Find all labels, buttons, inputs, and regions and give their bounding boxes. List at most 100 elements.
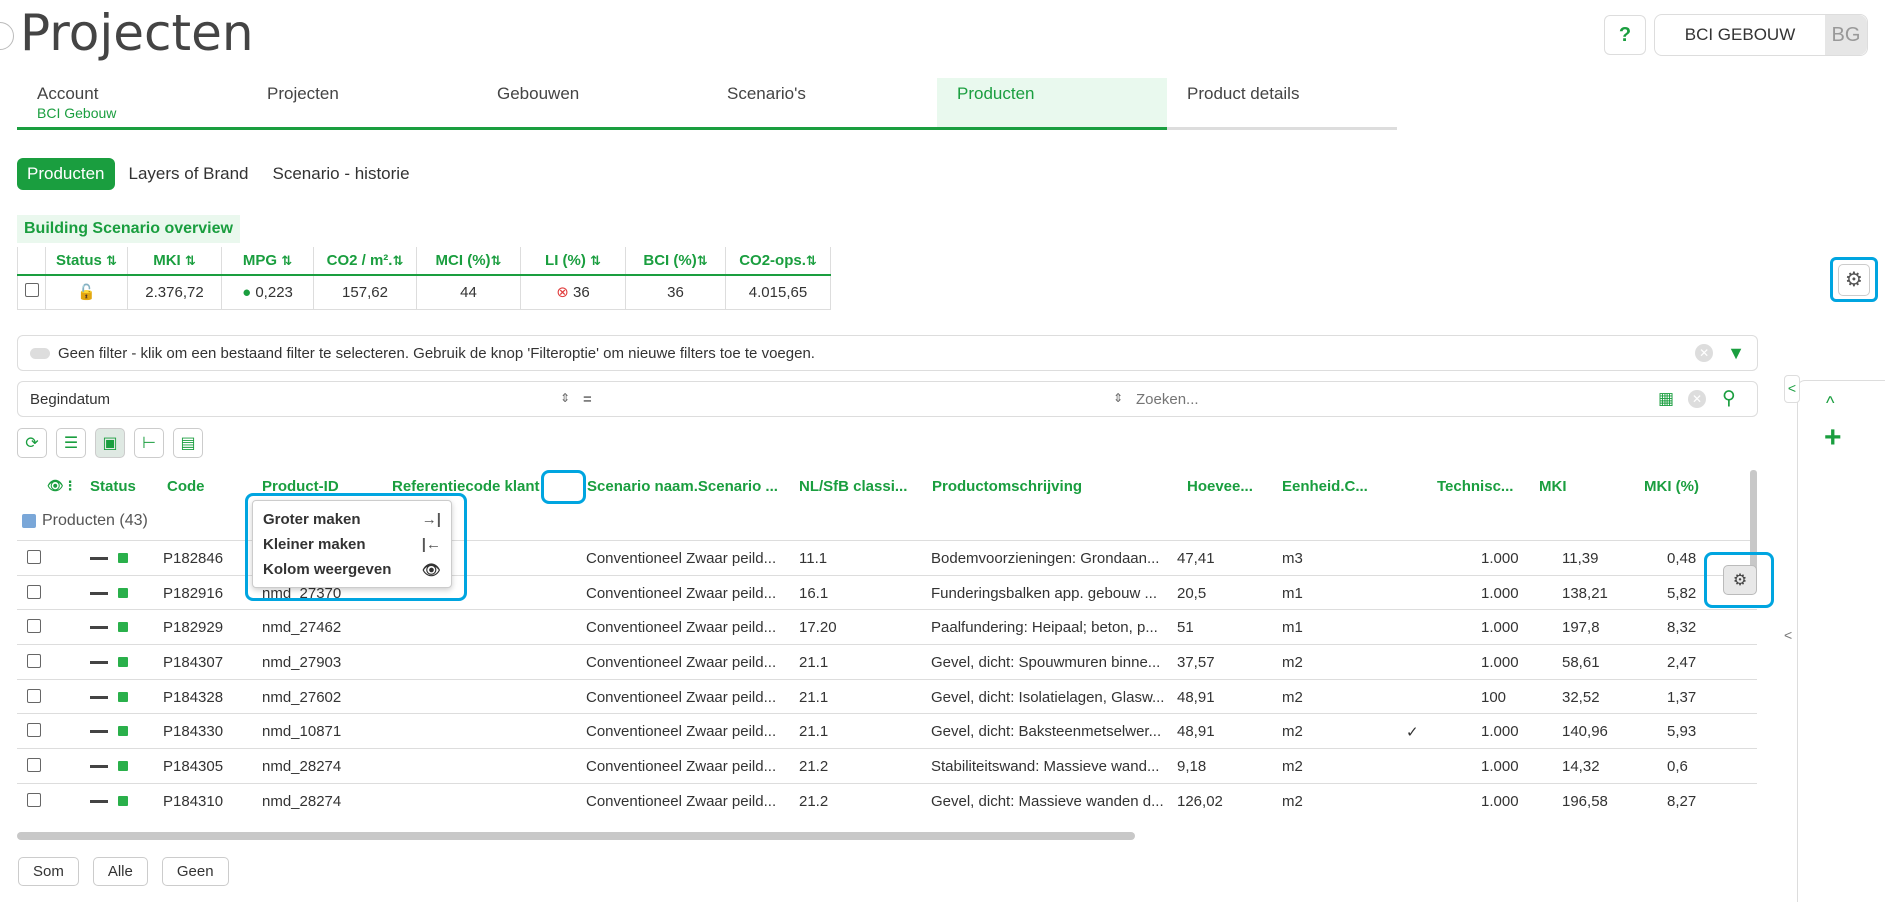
main-tabs: Account BCI Gebouw Projecten Gebouwen Sce… bbox=[17, 78, 1397, 130]
tree-icon[interactable]: ⊢ bbox=[134, 428, 164, 458]
col-mpg[interactable]: MPG ⇅ bbox=[221, 247, 314, 276]
col-mki[interactable]: MKI ⇅ bbox=[127, 247, 222, 276]
table-row[interactable]: P184328 nmd_27602 Conventioneel Zwaar peil… bbox=[17, 678, 1757, 714]
geen-button[interactable]: Geen bbox=[161, 857, 229, 886]
col-status[interactable]: Status bbox=[90, 478, 136, 495]
tab-projecten[interactable]: Projecten bbox=[247, 78, 477, 130]
col-scenario-naam[interactable]: Scenario naam.Scenario ... bbox=[587, 478, 778, 495]
tab-scenarios[interactable]: Scenario's bbox=[707, 78, 937, 130]
mki-cell: 11,39 bbox=[1562, 550, 1599, 567]
chevron-left-icon[interactable]: < bbox=[1784, 627, 1792, 643]
refresh-icon[interactable]: ⟳ bbox=[17, 428, 47, 458]
search-icon[interactable]: ⚲ bbox=[1722, 387, 1736, 410]
alle-button[interactable]: Alle bbox=[92, 857, 148, 886]
table-row[interactable]: P184330 nmd_10871 Conventioneel Zwaar peil… bbox=[17, 713, 1757, 748]
archive-icon[interactable]: ▤ bbox=[173, 428, 203, 458]
status-square bbox=[118, 795, 128, 806]
group-checkbox[interactable] bbox=[22, 514, 36, 528]
tab-label: Gebouwen bbox=[497, 84, 580, 103]
chevron-up-icon[interactable]: ^ bbox=[1826, 393, 1834, 414]
clear-icon[interactable]: ✕ bbox=[1688, 390, 1706, 408]
col-co2[interactable]: CO2 / m².⇅ bbox=[313, 247, 417, 276]
row-checkbox[interactable] bbox=[27, 688, 41, 703]
col-mki-pct[interactable]: MKI (%) bbox=[1644, 478, 1699, 495]
collapse-left-icon[interactable]: < bbox=[1784, 375, 1800, 403]
row-checkbox[interactable] bbox=[24, 283, 39, 298]
horizontal-scrollbar[interactable] bbox=[17, 832, 1135, 840]
status-dash bbox=[90, 661, 108, 665]
status-dash bbox=[90, 626, 108, 630]
tab-account[interactable]: Account BCI Gebouw bbox=[17, 78, 247, 130]
row-checkbox[interactable] bbox=[27, 723, 41, 738]
col-status[interactable]: Status ⇅ bbox=[45, 247, 128, 276]
status-dash bbox=[90, 765, 108, 769]
row-checkbox[interactable] bbox=[27, 758, 41, 773]
status-dash bbox=[90, 557, 108, 560]
tab-label: Projecten bbox=[267, 84, 339, 103]
filter-toggle[interactable] bbox=[30, 347, 50, 359]
col-productomschrijving[interactable]: Productomschrijving bbox=[932, 478, 1082, 495]
row-checkbox[interactable] bbox=[27, 654, 41, 669]
table-row[interactable]: P184305 nmd_28274 Conventioneel Zwaar peil… bbox=[17, 748, 1757, 783]
search-input[interactable] bbox=[1136, 387, 1656, 411]
table-row[interactable]: P184307 nmd_27903 Conventioneel Zwaar peil… bbox=[17, 644, 1757, 679]
back-button[interactable] bbox=[0, 22, 14, 50]
tab-product-details[interactable]: Product details bbox=[1167, 78, 1397, 130]
col-mki[interactable]: MKI bbox=[1539, 478, 1567, 495]
col-co2-ops[interactable]: CO2-ops.⇅ bbox=[725, 247, 831, 276]
col-hoeveelheid[interactable]: Hoevee... bbox=[1187, 478, 1253, 495]
scenario-cell: Conventioneel Zwaar peild... bbox=[586, 584, 777, 602]
subtab-layers-of-brand[interactable]: Layers of Brand bbox=[119, 158, 259, 190]
filter-bar[interactable]: Geen filter - klik om een bestaand filte… bbox=[17, 335, 1758, 371]
description-cell: Paalfundering: Heipaal; beton, p... bbox=[931, 619, 1158, 637]
scenario-cell: Conventioneel Zwaar peild... bbox=[586, 723, 777, 741]
filter-icon[interactable]: ▼ bbox=[1727, 343, 1745, 364]
grid-view-icon[interactable]: ▣ bbox=[95, 428, 125, 458]
co2-ops-value: 4.015,65 bbox=[725, 274, 831, 310]
col-eenheid[interactable]: Eenheid.C... bbox=[1282, 478, 1368, 495]
user-menu[interactable]: BCI GEBOUW BG bbox=[1654, 14, 1868, 56]
row-checkbox[interactable] bbox=[27, 792, 41, 807]
status-dash bbox=[90, 591, 108, 595]
quantity-cell: 48,91 bbox=[1177, 723, 1215, 741]
table-row[interactable]: P184310 nmd_28274 Conventioneel Zwaar peil… bbox=[17, 782, 1757, 818]
levensduur-cell: 1.000 bbox=[1481, 584, 1519, 602]
help-button[interactable]: ? bbox=[1604, 15, 1646, 55]
tab-producten[interactable]: Producten bbox=[937, 78, 1167, 130]
group-row[interactable]: Producten (43) bbox=[22, 512, 148, 530]
calendar-icon[interactable]: ▦ bbox=[1658, 389, 1674, 409]
subtab-producten[interactable]: Producten bbox=[17, 158, 115, 190]
col-bci[interactable]: BCI (%)⇅ bbox=[625, 247, 726, 276]
tab-gebouwen[interactable]: Gebouwen bbox=[477, 78, 707, 130]
settings-button[interactable]: ⚙ bbox=[1830, 257, 1878, 302]
subtab-scenario-historie[interactable]: Scenario - historie bbox=[263, 158, 420, 190]
row-checkbox[interactable] bbox=[27, 619, 41, 634]
sort-icon: ⇕ bbox=[1113, 391, 1124, 405]
col-nlsfb[interactable]: NL/SfB classi... bbox=[799, 478, 907, 495]
field-select[interactable]: Begindatum bbox=[30, 391, 110, 408]
operator-select[interactable]: = bbox=[583, 391, 592, 408]
mki-cell: 58,61 bbox=[1562, 654, 1600, 672]
col-code[interactable]: Code bbox=[167, 478, 205, 495]
col-li[interactable]: LI (%) ⇅ bbox=[520, 247, 626, 276]
som-button[interactable]: Som bbox=[18, 857, 79, 886]
user-name: BCI GEBOUW bbox=[1684, 25, 1796, 44]
mki-cell: 138,21 bbox=[1562, 584, 1608, 602]
tab-label: Product details bbox=[1187, 84, 1300, 103]
table-row[interactable]: P182929 nmd_27462 Conventioneel Zwaar peil… bbox=[17, 609, 1757, 644]
unit-cell: m2 bbox=[1282, 688, 1303, 706]
add-icon[interactable]: + bbox=[1824, 421, 1842, 455]
clear-icon[interactable]: ✕ bbox=[1695, 344, 1714, 362]
col-technisch[interactable]: Technisc... bbox=[1437, 478, 1513, 495]
list-icon[interactable]: ☰ bbox=[56, 428, 86, 458]
status-square bbox=[118, 657, 128, 668]
row-checkbox[interactable] bbox=[27, 584, 41, 599]
row-settings-button[interactable]: ⚙ bbox=[1723, 565, 1757, 595]
description-cell: Bodemvoorzieningen: Grondaan... bbox=[931, 550, 1160, 567]
eye-icon[interactable]: 👁⋮ bbox=[47, 478, 77, 494]
levensduur-cell: 1.000 bbox=[1481, 723, 1519, 741]
row-checkbox[interactable] bbox=[27, 550, 41, 564]
status-dash bbox=[90, 695, 108, 699]
col-mci[interactable]: MCI (%)⇅ bbox=[416, 247, 521, 276]
search-bar: Begindatum ⇕ = ⇕ ▦ ✕ ⚲ bbox=[17, 381, 1758, 417]
